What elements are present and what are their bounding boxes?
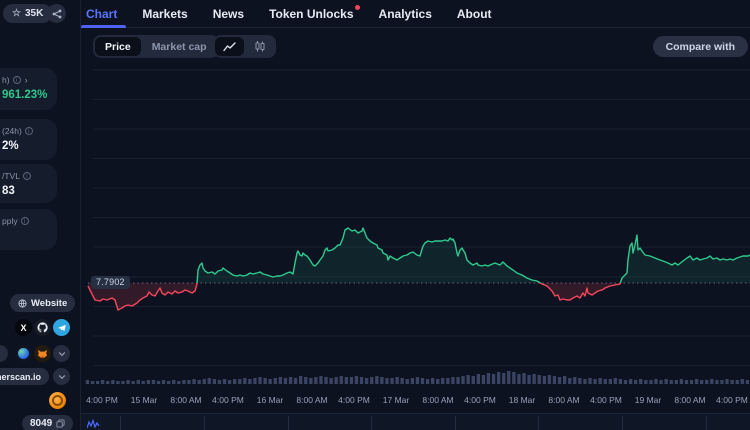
x-axis-label: 15 Mar [131,395,157,405]
x-axis-label: 19 Mar [635,395,661,405]
telegram-icon [57,323,67,333]
fox-icon [37,348,48,359]
watchlist-button[interactable]: ☆ 35K [3,4,52,23]
timeline-tick [371,416,372,430]
explorer-label: therscan.io [0,372,41,382]
market-cap-toggle-button[interactable]: Market cap [142,37,217,56]
line-chart-type-button[interactable] [215,37,244,56]
stat-label: (24h) [2,126,22,136]
explorer-button[interactable]: therscan.io [0,368,49,385]
chart-controls: Price Market cap Compare [81,33,750,59]
x-axis-label: 4:00 PM [464,395,496,405]
x-social-button[interactable]: X [15,319,32,336]
info-icon[interactable]: i [23,172,31,180]
x-axis-label: 4:00 PM [338,395,370,405]
stat-value: 83 [2,185,57,197]
x-axis-labels: 4:00 PM 15 Mar 8:00 AM 4:00 PM 16 Mar 8:00 AM… [85,395,750,407]
metric-toggle: Price Market cap [93,35,219,58]
x-axis-label: 4:00 PM [212,395,244,405]
website-label: Website [31,298,67,309]
x-axis-label: 16 Mar [257,395,283,405]
info-icon[interactable]: i [25,127,33,135]
tab-bar: Chart Markets News Token Unlocks Analyti… [81,0,750,28]
stat-label: h) [2,75,10,85]
minimap-chart [87,419,103,429]
baseline-price-tag: 7.7902 [91,276,130,289]
price-chart-canvas[interactable] [85,60,750,393]
line-chart-icon [223,42,236,52]
timeline-tick [288,416,289,430]
app-root: ☆ 35K h) i › 961.23% (24h) i 2% [0,0,750,430]
stat-card-tvl: /TVL i 83 [0,164,57,203]
timeline-tick [204,416,205,430]
stat-card-price-change: h) i › 961.23% [0,68,57,110]
chevron-down-icon [58,373,66,381]
website-button[interactable]: Website [10,294,75,312]
compare-with-button[interactable]: Compare with [653,36,748,57]
x-icon: X [20,323,26,333]
cut-pill[interactable] [0,345,8,362]
x-axis-label: 8:00 AM [296,395,327,405]
timeline-tick [455,416,456,430]
x-axis-label: 17 Mar [383,395,409,405]
sidebar: ☆ 35K h) i › 961.23% (24h) i 2% [0,0,80,430]
timeline-tick [706,416,707,430]
main-content: Chart Markets News Token Unlocks Analyti… [81,0,750,430]
token-logo [49,392,66,409]
tab-analytics[interactable]: Analytics [377,0,434,28]
price-toggle-button[interactable]: Price [95,37,141,56]
star-icon: ☆ [12,9,21,19]
stat-value: 2% [2,140,57,152]
info-icon[interactable]: i [13,76,21,84]
share-icon [52,9,62,19]
contract-address-button[interactable]: 8049 [22,415,73,430]
timeline-tick [120,416,121,430]
github-button[interactable] [34,319,51,336]
coin-sphere-button[interactable] [15,345,32,362]
tab-news[interactable]: News [211,0,246,28]
stat-label: pply [2,216,18,226]
tab-token-unlocks[interactable]: Token Unlocks [267,0,355,28]
tab-about[interactable]: About [455,0,494,28]
chevron-right-icon[interactable]: › [25,75,28,85]
x-axis-label: 4:00 PM [590,395,622,405]
x-axis-label: 8:00 AM [422,395,453,405]
x-axis-label: 4:00 PM [716,395,748,405]
x-axis-label: 8:00 AM [674,395,705,405]
x-axis-label: 8:00 AM [548,395,579,405]
info-icon[interactable]: i [21,217,29,225]
stat-card-24h: (24h) i 2% [0,119,57,160]
x-axis-label: 4:00 PM [86,395,118,405]
telegram-button[interactable] [53,319,70,336]
x-axis-label: 18 Mar [509,395,535,405]
copy-icon [56,419,65,428]
contract-label: 8049 [30,418,52,429]
share-button[interactable] [47,4,66,23]
sphere-icon [18,348,29,359]
tab-chart[interactable]: Chart [84,0,119,28]
chevron-down-icon [58,350,66,358]
x-axis-label: 8:00 AM [170,395,201,405]
tab-markets[interactable]: Markets [140,0,189,28]
timeline-strip[interactable] [81,413,750,430]
candlestick-icon [254,41,266,52]
stat-value: 961.23% [2,89,57,101]
watchlist-count: 35K [25,8,43,19]
globe-icon [18,299,27,308]
stat-label: /TVL [2,171,20,181]
timeline-tick [538,416,539,430]
candlestick-chart-type-button[interactable] [245,37,274,56]
price-chart[interactable]: 7.7902 [85,60,750,393]
notification-dot [355,5,360,10]
expand-links-button[interactable] [53,345,70,362]
timeline-tick [622,416,623,430]
expand-explorers-button[interactable] [53,368,70,385]
stat-card-supply: pply i [0,209,57,250]
github-icon [37,322,48,333]
chart-type-toggle [213,35,276,58]
fox-button[interactable] [34,345,51,362]
